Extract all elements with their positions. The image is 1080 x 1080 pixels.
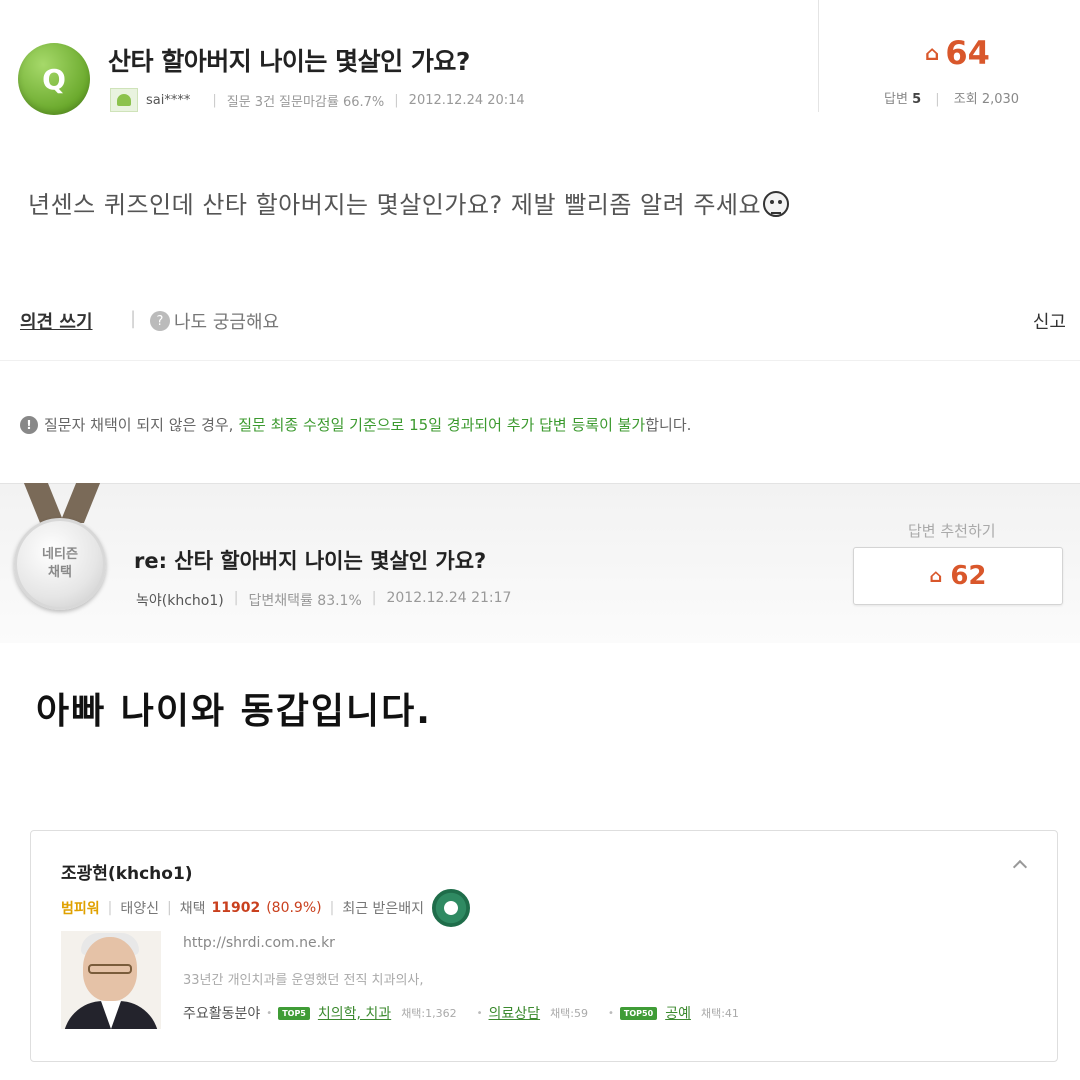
divider: | — [935, 92, 940, 107]
write-opinion-link[interactable]: 의견 쓰기 — [20, 308, 93, 334]
recommend-answer-button[interactable]: ⌂ 62 — [853, 547, 1063, 605]
profile-adopt-count: 11902 — [211, 900, 261, 916]
profile-rank: 범피워 — [61, 901, 100, 917]
answers-count: 5 — [912, 92, 922, 107]
profile-photo — [61, 931, 161, 1029]
question-meta: sai**** | 질문 3건 질문마감률 66.7% | 2012.12.24… — [110, 88, 525, 112]
question-author[interactable]: sai**** — [146, 93, 190, 108]
crying-face-icon — [763, 191, 790, 217]
profile-name[interactable]: 조광현(khcho1) — [61, 859, 193, 884]
question-like-count: 64 — [945, 34, 990, 72]
answer-closed-notice: ! 질문자 채택이 되지 않은 경우, 질문 최종 수정일 기준으로 15일 경… — [20, 414, 691, 435]
area-count: 채택:59 — [550, 1007, 589, 1020]
medal-line-2: 채택 — [48, 565, 72, 580]
views-label: 조회 — [953, 92, 978, 107]
question-count: 질문 3건 — [226, 94, 276, 110]
profile-activity-areas: 주요활동분야 • TOP5 치의학, 치과 채택:1,362 • 의료상담 채택… — [183, 1003, 753, 1023]
activity-areas-label: 주요활동분야 — [183, 1006, 261, 1022]
answer-title: re: 산타 할아버지 나이는 몇살인 가요? — [134, 549, 487, 573]
profile-adopt-percent: (80.9%) — [266, 900, 322, 916]
question-counts: 답변 5 | 조회 2,030 — [884, 88, 1019, 107]
question-header: Q 산타 할아버지 나이는 몇살인 가요? sai**** | 질문 3건 질문… — [0, 0, 1080, 125]
answerer-profile-card: 조광현(khcho1) 범피워 | 태양신 | 채택 11902 (80.9%)… — [30, 830, 1058, 1062]
info-icon: ! — [20, 415, 38, 434]
profile-adopt-label: 채택 — [179, 901, 206, 917]
question-title: 산타 할아버지 나이는 몇살인 가요? — [108, 47, 470, 76]
question-body-text: 년센스 퀴즈인데 산타 할아버지는 몇살인가요? 제발 빨리좀 알려 주세요 — [28, 191, 762, 219]
question-close-rate: 질문마감률 66.7% — [279, 94, 385, 110]
top-rank-tag: TOP50 — [619, 1006, 658, 1020]
divider: | — [394, 92, 399, 108]
question-datetime: 2012.12.24 20:14 — [408, 92, 525, 108]
notice-prefix: 질문자 채택이 되지 않은 경우, — [44, 416, 234, 434]
medal-ribbon-icon — [28, 483, 96, 523]
divider: | — [167, 900, 172, 916]
answer-meta: 녹야(khcho1) | 답변채택률 83.1% | 2012.12.24 21… — [136, 590, 511, 610]
user-avatar-icon — [110, 88, 138, 112]
thumbs-up-icon: ⌂ — [925, 41, 940, 65]
views-count: 2,030 — [981, 92, 1020, 107]
profile-url-link[interactable]: http://shrdi.com.ne.kr — [183, 935, 335, 951]
recent-badge-label: 최근 받은배지 — [342, 901, 425, 917]
answer-adopt-rate: 답변채택률 83.1% — [248, 593, 362, 609]
report-link[interactable]: 신고 — [1033, 308, 1066, 334]
area-count: 채택:1,362 — [401, 1007, 457, 1020]
area-link-medical-consult[interactable]: 의료상담 — [489, 1003, 541, 1023]
divider: | — [329, 900, 335, 916]
answers-label: 답변 — [884, 92, 908, 107]
answer-datetime: 2012.12.24 21:17 — [386, 590, 512, 606]
profile-description: 33년간 개인치과를 운영했던 전직 치과의사, — [183, 973, 424, 988]
question-like-button[interactable]: ⌂ 64 — [925, 34, 990, 72]
area-link-crafts[interactable]: 공예 — [665, 1003, 691, 1023]
bullet: • — [476, 1007, 483, 1019]
divider: | — [130, 308, 137, 329]
me-too-curious-button[interactable]: ? 나도 궁금해요 — [150, 308, 279, 334]
profile-stats: 범피워 | 태양신 | 채택 11902 (80.9%) | 최근 받은배지 — [61, 889, 471, 927]
notice-suffix: 합니다. — [645, 416, 692, 434]
answer-author[interactable]: 녹야(khcho1) — [136, 590, 224, 610]
profile-grade: 태양신 — [120, 901, 159, 917]
divider: | — [371, 590, 377, 606]
area-count: 채택:41 — [700, 1007, 739, 1020]
netizen-choice-medal-icon: 네티즌 채택 — [14, 518, 106, 610]
section-divider — [0, 360, 1080, 361]
question-actions-bar: 의견 쓰기 | ? 나도 궁금해요 신고 — [0, 300, 1080, 340]
question-body: 년센스 퀴즈인데 산타 할아버지는 몇살인가요? 제발 빨리좀 알려 주세요 — [28, 185, 790, 220]
recommend-label: 답변 추천하기 — [908, 522, 996, 540]
medal-line-1: 네티즌 — [42, 547, 78, 562]
area-link-dentistry[interactable]: 치의학, 치과 — [318, 1003, 391, 1023]
divider: | — [107, 900, 113, 916]
thumbs-up-icon: ⌂ — [929, 565, 943, 587]
chevron-up-icon[interactable] — [1013, 857, 1027, 871]
question-mark-icon: ? — [150, 311, 170, 331]
medical-badge-icon[interactable] — [432, 889, 471, 927]
top-rank-tag: TOP5 — [278, 1006, 310, 1020]
divider: | — [212, 92, 217, 108]
divider: | — [233, 590, 239, 606]
bullet: • — [608, 1007, 614, 1019]
me-too-curious-label: 나도 궁금해요 — [174, 312, 280, 333]
notice-highlight: 질문 최종 수정일 기준으로 15일 경과되어 추가 답변 등록이 불가 — [238, 416, 646, 434]
question-badge-icon: Q — [18, 43, 90, 115]
bullet: • — [266, 1007, 273, 1019]
recommend-count: 62 — [950, 561, 987, 591]
answer-body: 아빠 나이와 동갑입니다. — [36, 691, 432, 732]
